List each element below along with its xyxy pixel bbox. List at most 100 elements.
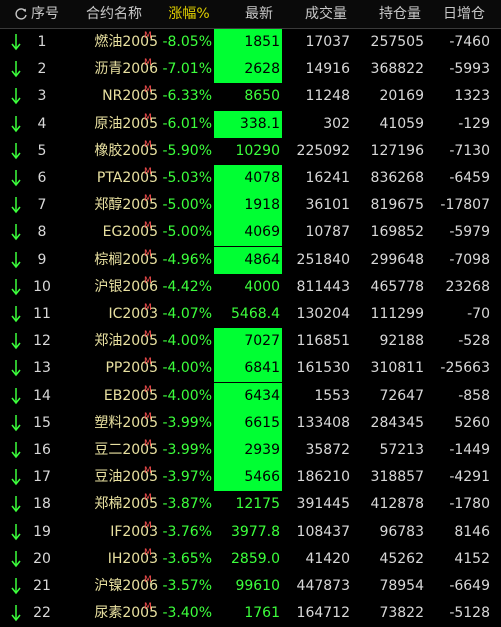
row-index: 7	[37, 197, 47, 214]
volume: 225092	[296, 142, 350, 159]
row-index: 9	[37, 251, 47, 268]
table-row[interactable]: 13 PP2005 M -4.00% 6841 161530 310811 -25663	[0, 355, 501, 383]
table-row[interactable]: 19 IF2003 M -3.76% 3977.8 108437 96783 8146	[0, 519, 501, 546]
daily-oi-change: -5993	[449, 61, 490, 78]
change-percent: -8.05%	[162, 34, 212, 50]
change-percent: -4.00%	[162, 387, 212, 404]
down-arrow-icon	[11, 442, 21, 459]
table-row[interactable]: 16 豆二2005 M -3.99% 2939 35872 57213 -1449	[0, 437, 501, 464]
daily-oi-change: -6649	[449, 578, 490, 594]
volume: 10787	[305, 224, 350, 241]
table-row[interactable]: 21 沪镍2006 M -3.57% 99610 447873 78954 -6649	[0, 573, 501, 600]
open-interest: 318857	[370, 469, 424, 486]
header-open-interest[interactable]: 持仓量	[372, 0, 428, 28]
table-row[interactable]: 20 IH2003 M -3.65% 2859.0 41420 45262 4152	[0, 546, 501, 573]
volume: 161530	[296, 360, 350, 377]
change-percent: -3.87%	[162, 496, 212, 513]
volume: 391445	[296, 496, 350, 513]
table-header: 序号 合约名称 涨幅% 最新 成交量 持仓量 日增仓	[0, 0, 501, 29]
open-interest: 819675	[370, 197, 424, 214]
table-row[interactable]: 14 EB2005 M -4.00% 6434 1553 72647 -858	[0, 382, 501, 410]
change-percent: -5.00%	[162, 224, 212, 241]
open-interest: 368822	[370, 61, 424, 78]
last-price: 1918	[214, 192, 282, 220]
refresh-icon[interactable]	[14, 7, 28, 21]
last-price: 3977.8	[231, 523, 280, 540]
daily-oi-change: -17807	[440, 197, 490, 214]
volume: 1553	[314, 387, 350, 404]
header-index[interactable]: 序号	[28, 0, 62, 28]
daily-oi-change: -4291	[449, 469, 490, 486]
last-price: 6841	[214, 355, 282, 383]
header-last-price[interactable]: 最新	[234, 0, 284, 28]
table-row[interactable]: 2 沥青2006 M -7.01% 2628 14916 368822 -5993	[0, 56, 501, 84]
down-arrow-icon	[11, 88, 21, 105]
volume: 130204	[296, 306, 350, 322]
daily-oi-change: 1323	[454, 88, 490, 105]
volume: 186210	[296, 469, 350, 486]
last-price: 6615	[214, 409, 282, 437]
market-suffix: M	[144, 303, 152, 313]
volume: 116851	[296, 333, 350, 350]
table-row[interactable]: 6 PTA2005 M -5.03% 4078 16241 836268 -6459	[0, 165, 501, 192]
row-index: 2	[37, 61, 47, 78]
down-arrow-icon	[11, 170, 21, 187]
change-percent: -3.76%	[162, 523, 212, 540]
market-suffix: M	[144, 167, 152, 177]
open-interest: 127196	[370, 142, 424, 159]
change-percent: -6.33%	[162, 88, 212, 105]
down-arrow-icon	[11, 414, 21, 431]
table-row[interactable]: 7 郑醇2005 M -5.00% 1918 36101 819675 -17807	[0, 192, 501, 220]
quote-table: 序号 合约名称 涨幅% 最新 成交量 持仓量 日增仓 1 燃油2005 M -8.05…	[0, 0, 501, 623]
daily-oi-change: -7460	[449, 34, 490, 50]
table-row[interactable]: 12 郑油2005 M -4.00% 7027 116851 92188 -528	[0, 328, 501, 356]
open-interest: 20169	[379, 88, 424, 105]
table-row[interactable]: 9 棕榈2005 M -4.96% 4864 251840 299648 -7098	[0, 246, 501, 274]
last-price: 12175	[235, 496, 280, 513]
change-percent: -4.00%	[162, 360, 212, 377]
open-interest: 96783	[379, 523, 424, 540]
table-row[interactable]: 3 NR2005 M -6.33% 8650 11248 20169 1323	[0, 83, 501, 110]
open-interest: 412878	[370, 496, 424, 513]
change-percent: -3.97%	[162, 469, 212, 486]
table-row[interactable]: 18 郑棉2005 M -3.87% 12175 391445 412878 -1780	[0, 491, 501, 518]
row-index: 6	[37, 170, 47, 186]
market-suffix: M	[144, 194, 152, 205]
row-index: 17	[33, 469, 51, 486]
daily-oi-change: -7098	[449, 251, 490, 268]
table-row[interactable]: 10 沪银2006 M -4.42% 4000 811443 465778 23268	[0, 274, 501, 301]
market-suffix: M	[144, 411, 152, 422]
row-index: 12	[33, 333, 51, 350]
row-index: 21	[33, 578, 51, 594]
market-suffix: M	[144, 221, 152, 232]
daily-oi-change: -6459	[449, 170, 490, 186]
down-arrow-icon	[11, 523, 21, 540]
last-price: 7027	[214, 328, 282, 356]
table-row[interactable]: 11 IC2003 M -4.07% 5468.4 130204 111299 -70	[0, 301, 501, 328]
volume: 251840	[296, 251, 350, 268]
open-interest: 836268	[370, 170, 424, 186]
row-index: 8	[37, 224, 47, 241]
table-row[interactable]: 5 橡胶2005 M -5.90% 10290 225092 127196 -7130	[0, 138, 501, 165]
table-row[interactable]: 8 EG2005 M -5.00% 4069 10787 169852 -5979	[0, 219, 501, 247]
open-interest: 299648	[370, 251, 424, 268]
table-row[interactable]: 15 塑料2005 M -3.99% 6615 133408 284345 5260	[0, 409, 501, 437]
last-price: 10290	[235, 142, 280, 159]
change-percent: -6.01%	[162, 115, 212, 132]
volume: 11248	[305, 88, 350, 105]
table-row[interactable]: 1 燃油2005 M -8.05% 1851 17037 257505 -7460	[0, 29, 501, 56]
table-row[interactable]: 4 原油2005 M -6.01% 338.1 302 41059 -129	[0, 110, 501, 138]
change-percent: -5.90%	[162, 142, 212, 159]
table-row[interactable]: 17 豆油2005 M -3.97% 5466 186210 318857 -4291	[0, 464, 501, 492]
header-volume[interactable]: 成交量	[296, 0, 356, 28]
header-daily-oi-change[interactable]: 日增仓	[436, 0, 492, 28]
market-suffix: M	[144, 85, 152, 96]
daily-oi-change: -5979	[449, 224, 490, 241]
last-price: 8650	[244, 88, 280, 105]
market-suffix: M	[144, 112, 152, 123]
change-percent: -3.57%	[162, 578, 212, 594]
change-percent: -4.96%	[162, 251, 212, 268]
down-arrow-icon	[11, 496, 21, 513]
volume: 133408	[296, 414, 350, 431]
header-change-percent[interactable]: 涨幅%	[160, 0, 218, 28]
